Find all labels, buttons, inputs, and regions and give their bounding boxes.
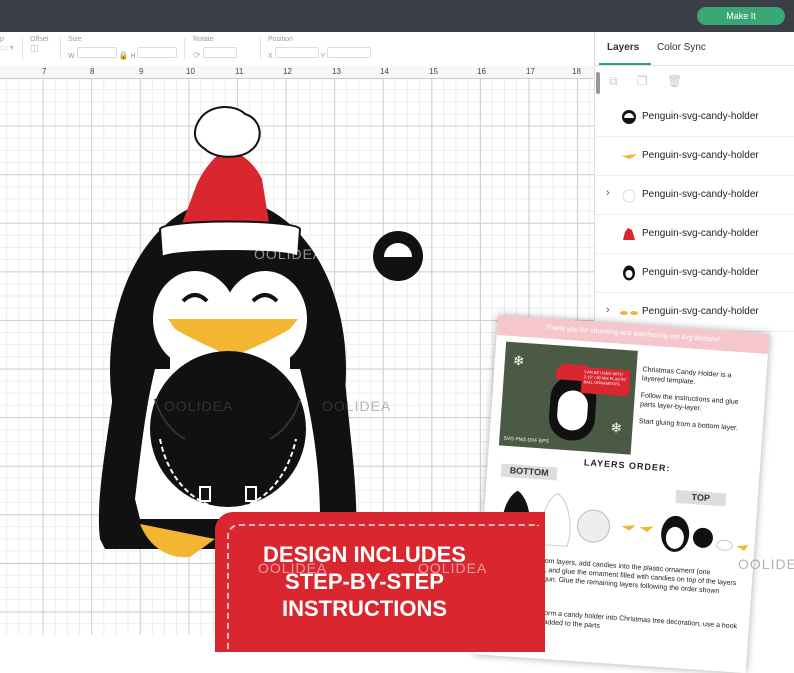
snowflake-icon: ❄ <box>609 419 623 436</box>
height-label: H <box>130 53 136 60</box>
layer-name: Penguin-svg-candy-holder <box>642 306 759 317</box>
format-list: SVG PNG DXF EPS <box>503 435 550 445</box>
card-photo: CAN BE USED WITH 3.15" / 80 MM PLASTIC B… <box>498 341 638 455</box>
ruler-number: 8 <box>90 67 95 76</box>
rotate-icon: ⟳ <box>193 50 201 60</box>
size-label: Size <box>68 36 82 43</box>
layer-row[interactable]: › Penguin-svg-candy-holder <box>595 176 794 215</box>
layers-order-title: LAYERS ORDER: <box>583 457 671 474</box>
ruler-number: 9 <box>139 67 144 76</box>
offset-label: Offset <box>30 36 49 43</box>
duplicate-icon[interactable]: ❐ <box>637 74 648 88</box>
x-label: X <box>268 53 273 60</box>
horizontal-ruler: 7 8 9 10 11 12 13 14 15 16 17 18 <box>0 66 594 79</box>
width-label: W <box>68 53 75 60</box>
layer-row[interactable]: Penguin-svg-candy-holder <box>595 215 794 254</box>
watermark-text: OOLIDEA <box>322 398 392 414</box>
ruler-number: 7 <box>42 67 47 76</box>
layer-name: Penguin-svg-candy-holder <box>642 189 759 200</box>
edit-toolbar: p ▭ ▾ Offset ◫ Size W 🔒 H Rotate ⟳ Posit… <box>0 32 594 67</box>
trash-icon[interactable]: 🗑 <box>667 74 682 88</box>
toolbar-divider <box>260 38 261 60</box>
chevron-right-icon[interactable]: › <box>606 187 610 199</box>
ungroup-icon[interactable]: ⧉ <box>609 74 618 88</box>
rotate-input[interactable] <box>202 47 237 58</box>
tab-color-sync[interactable]: Color Sync <box>657 42 706 53</box>
toolbar-divider <box>22 38 23 60</box>
make-it-button[interactable]: Make It <box>697 7 785 25</box>
layer-row[interactable]: Penguin-svg-candy-holder <box>595 254 794 293</box>
white-outline-icon <box>622 189 636 203</box>
start-text: Start gluing from a bottom layer. <box>638 418 739 433</box>
black-dome-icon <box>622 110 636 124</box>
ops-group: p ▭ ▾ <box>0 36 14 52</box>
x-input[interactable] <box>274 47 319 58</box>
lock-icon[interactable]: 🔒 <box>119 51 129 60</box>
intro-text: Christmas Candy Holder is a layered temp… <box>641 366 732 386</box>
ruler-number: 18 <box>572 67 581 76</box>
ruler-number: 16 <box>477 67 486 76</box>
yellow-beak-icon <box>621 154 637 159</box>
snowflake-icon: ❄ <box>512 352 526 369</box>
layer-name: Penguin-svg-candy-holder <box>642 228 759 239</box>
watermark-text: OOLIDEA <box>254 246 324 262</box>
toolbar-divider <box>184 38 185 60</box>
tab-layers[interactable]: Layers <box>607 42 639 53</box>
red-hat-icon <box>623 228 635 240</box>
offset-icon: ◫ <box>30 43 39 53</box>
banner-line-3: INSTRUCTIONS <box>282 596 447 621</box>
y-input[interactable] <box>326 47 371 58</box>
height-input[interactable] <box>137 47 178 58</box>
ruler-number: 10 <box>186 67 195 76</box>
photo-badge: CAN BE USED WITH 3.15" / 80 MM PLASTIC B… <box>580 367 631 397</box>
rotate-label: Rotate <box>193 36 214 43</box>
layer-row[interactable]: Penguin-svg-candy-holder <box>595 137 794 176</box>
chevron-right-icon[interactable]: › <box>606 304 610 316</box>
layer-actions: ⧉ ❐ 🗑 <box>609 74 698 89</box>
watermark-text: OOLIDEA <box>738 556 794 572</box>
watermark-text: OOLIDEA <box>418 560 488 576</box>
penguin-icon <box>623 265 635 281</box>
y-label: Y <box>320 53 325 60</box>
position-label: Position <box>268 36 293 43</box>
panel-divider <box>595 65 794 66</box>
layer-name: Penguin-svg-candy-holder <box>642 150 759 161</box>
top-bar: Make It <box>0 0 794 32</box>
position-group: Position X Y <box>268 36 371 60</box>
ruler-number: 13 <box>332 67 341 76</box>
yellow-feet-icon <box>620 311 638 315</box>
transform-instructions: To transform a candy holder into Christm… <box>516 608 738 631</box>
ruler-number: 11 <box>235 67 244 76</box>
toolbar-divider <box>60 38 61 60</box>
layer-name: Penguin-svg-candy-holder <box>642 111 759 122</box>
layer-name: Penguin-svg-candy-holder <box>642 267 759 278</box>
watermark-text: OOLIDEA <box>164 398 234 414</box>
size-group: Size W 🔒 H <box>68 36 178 60</box>
ruler-number: 15 <box>429 67 438 76</box>
panel-scrollbar[interactable] <box>596 72 600 94</box>
rotate-group: Rotate ⟳ <box>193 36 237 61</box>
width-input[interactable] <box>76 47 117 58</box>
follow-text: Follow the instructions and glue parts l… <box>639 392 739 413</box>
watermark-text: OOLIDEA <box>258 560 328 576</box>
ruler-number: 12 <box>283 67 292 76</box>
bottom-label: BOTTOM <box>500 463 558 481</box>
layer-row[interactable]: Penguin-svg-candy-holder <box>595 98 794 137</box>
offset-group[interactable]: Offset ◫ <box>30 36 49 54</box>
ruler-number: 17 <box>526 67 535 76</box>
ruler-number: 14 <box>380 67 389 76</box>
